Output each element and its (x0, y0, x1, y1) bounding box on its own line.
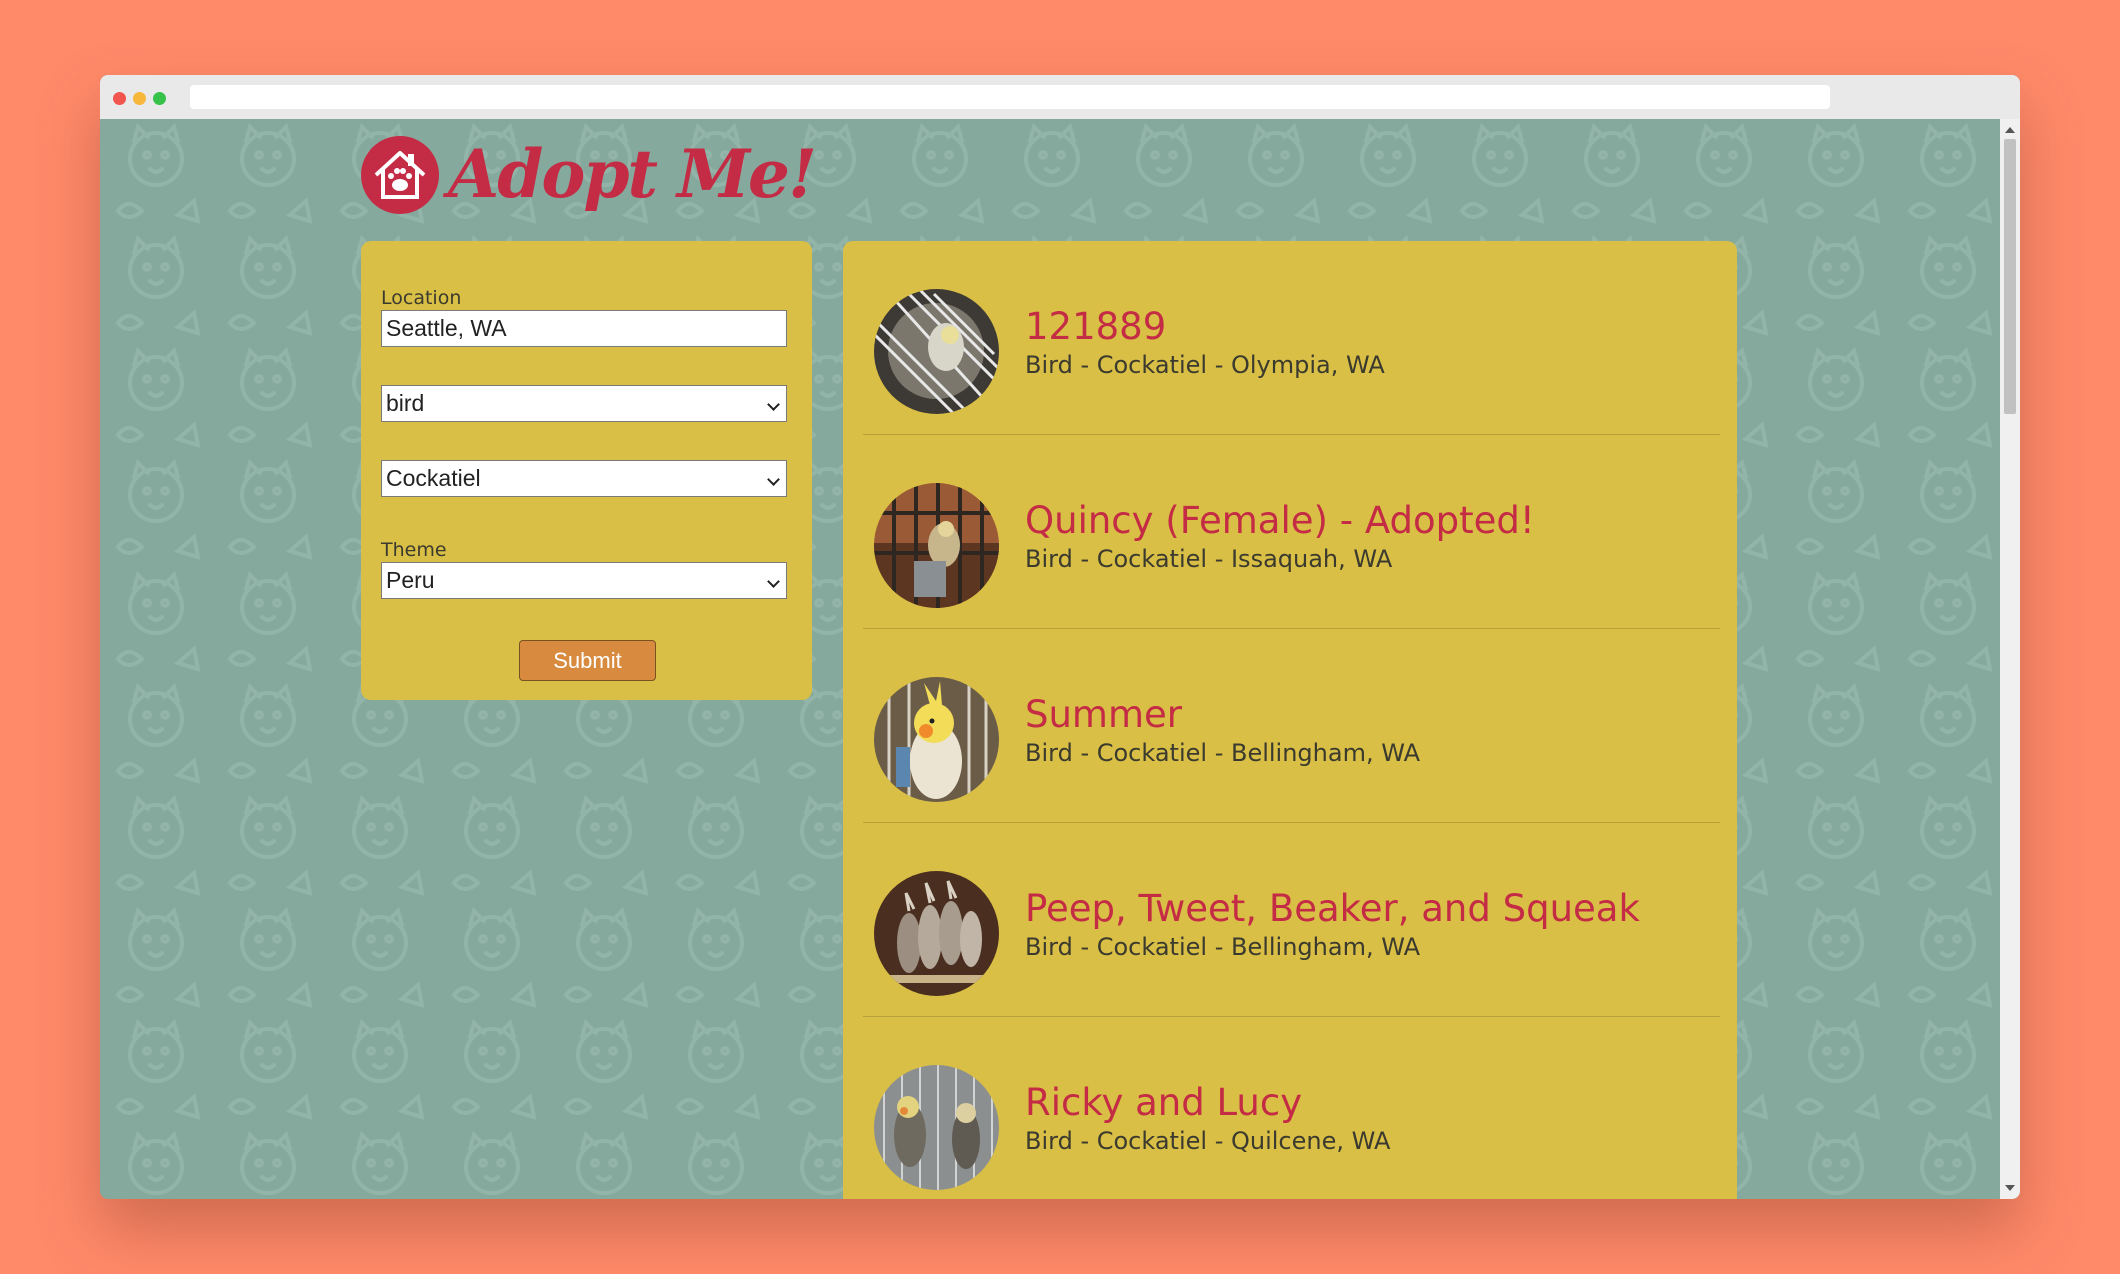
location-label: Location (381, 287, 462, 309)
animal-select[interactable]: bird (381, 385, 787, 422)
pet-name[interactable]: Summer (1025, 693, 1182, 736)
breed-select[interactable]: Cockatiel (381, 460, 787, 497)
pet-name[interactable]: Peep, Tweet, Beaker, and Squeak (1025, 887, 1640, 930)
pet-result[interactable]: Ricky and Lucy Bird - Cockatiel - Quilce… (863, 1017, 1720, 1199)
pet-name[interactable]: Ricky and Lucy (1025, 1081, 1302, 1124)
submit-button[interactable]: Submit (519, 640, 656, 681)
search-form: Location Seattle, WA bird Cockatiel Them… (361, 241, 812, 700)
theme-label: Theme (381, 539, 447, 561)
scroll-down-arrow-icon[interactable] (2005, 1185, 2015, 1191)
pet-description: Bird - Cockatiel - Bellingham, WA (1025, 933, 1421, 961)
pet-result[interactable]: Quincy (Female) - Adopted! Bird - Cockat… (863, 435, 1720, 629)
page-viewport: Adopt Me! Location Seattle, WA bird Cock… (100, 119, 2000, 1199)
maximize-window-button[interactable] (153, 92, 166, 105)
pet-photo[interactable] (874, 1065, 999, 1190)
app-logo-text[interactable]: Adopt Me! (448, 135, 817, 213)
pet-photo[interactable] (874, 289, 999, 414)
browser-titlebar (100, 75, 2020, 119)
chevron-down-icon (767, 473, 780, 486)
pet-description: Bird - Cockatiel - Issaquah, WA (1025, 545, 1393, 573)
pet-result[interactable]: Peep, Tweet, Beaker, and Squeak Bird - C… (863, 823, 1720, 1017)
results-list: 121889 Bird - Cockatiel - Olympia, WA Qu… (843, 241, 1737, 1199)
theme-select[interactable]: Peru (381, 562, 787, 599)
pet-description: Bird - Cockatiel - Quilcene, WA (1025, 1127, 1391, 1155)
pet-photo[interactable] (874, 483, 999, 608)
address-bar[interactable] (190, 85, 1830, 109)
pet-photo[interactable] (874, 871, 999, 996)
pet-result[interactable]: Summer Bird - Cockatiel - Bellingham, WA (863, 629, 1720, 823)
breed-select-value: Cockatiel (386, 465, 481, 491)
close-window-button[interactable] (113, 92, 126, 105)
pet-name[interactable]: Quincy (Female) - Adopted! (1025, 499, 1535, 542)
chevron-down-icon (767, 398, 780, 411)
pet-result[interactable]: 121889 Bird - Cockatiel - Olympia, WA (863, 241, 1720, 435)
page-scrollbar[interactable] (2000, 119, 2020, 1199)
scrollbar-thumb[interactable] (2004, 139, 2016, 414)
house-paw-logo-icon[interactable] (360, 135, 440, 215)
animal-select-value: bird (386, 390, 425, 416)
location-input[interactable]: Seattle, WA (381, 310, 787, 347)
browser-window: Adopt Me! Location Seattle, WA bird Cock… (100, 75, 2020, 1199)
chevron-down-icon (767, 575, 780, 588)
pet-description: Bird - Cockatiel - Olympia, WA (1025, 351, 1385, 379)
theme-select-value: Peru (386, 567, 435, 593)
minimize-window-button[interactable] (133, 92, 146, 105)
pet-name[interactable]: 121889 (1025, 305, 1166, 348)
scroll-up-arrow-icon[interactable] (2005, 127, 2015, 133)
pet-photo[interactable] (874, 677, 999, 802)
pet-description: Bird - Cockatiel - Bellingham, WA (1025, 739, 1421, 767)
